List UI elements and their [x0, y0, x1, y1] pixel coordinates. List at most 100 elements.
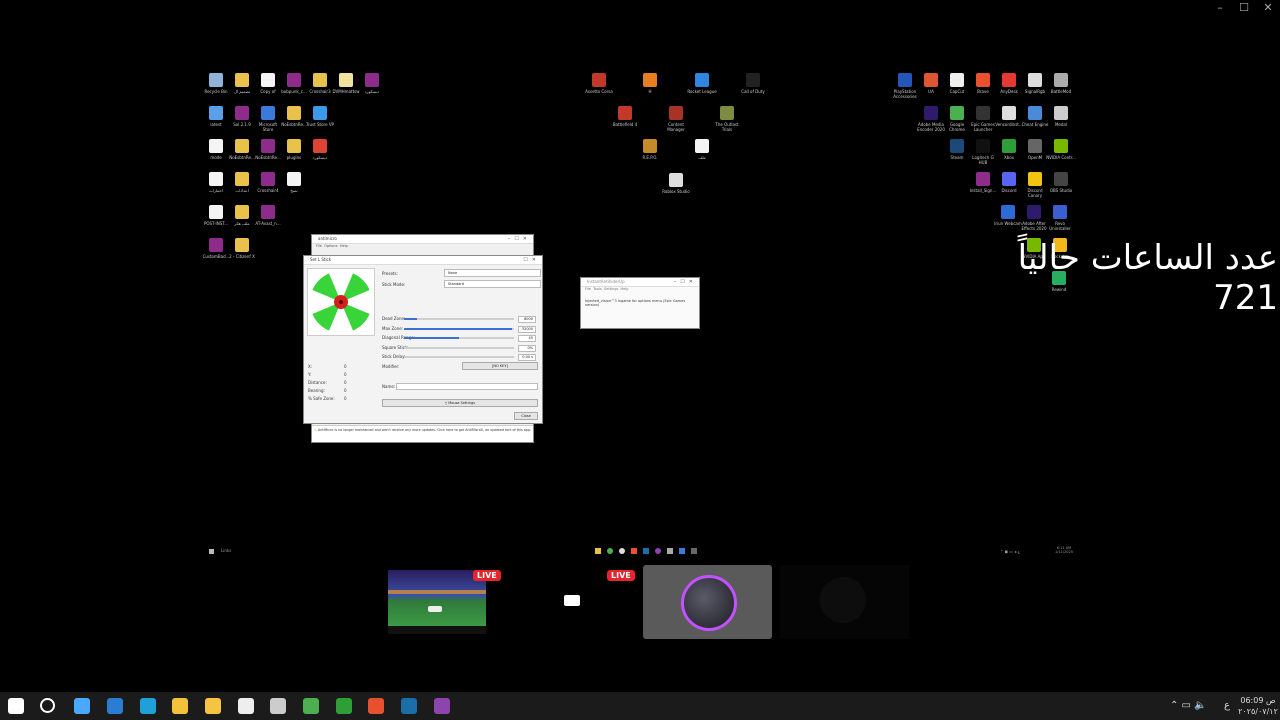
edge-icon[interactable]: [140, 698, 156, 714]
setting-slider[interactable]: [404, 346, 514, 349]
desktop-icon[interactable]: Trust Store VP: [305, 106, 335, 127]
desktop-icon[interactable]: AT-Avast_n...: [253, 205, 283, 226]
stick-dialog-controls[interactable]: ☐✕: [523, 256, 540, 264]
desktop-icon[interactable]: The Outlast Trials: [712, 106, 742, 132]
desktop-icon-label: H: [648, 89, 652, 94]
app-icon: [261, 172, 275, 186]
desktop-icon[interactable]: Roblox Studio: [661, 173, 691, 194]
taskbar-date: ٢٠٢٥/٠٧/١٢: [1238, 707, 1278, 716]
inner-start-icon[interactable]: [209, 549, 214, 554]
stick-mode-select[interactable]: Standard: [444, 280, 541, 288]
small-menu-tools[interactable]: Tools: [593, 287, 602, 291]
input-language[interactable]: ع: [1224, 700, 1230, 711]
setting-spinbox[interactable]: 8000: [518, 316, 536, 323]
minimize-button[interactable]: –: [1208, 0, 1232, 16]
desktop-icon-label: Call of Duty: [741, 89, 765, 94]
outlook-icon[interactable]: [107, 698, 123, 714]
mouse-settings-button[interactable]: 🖱 Mouse Settings: [382, 399, 538, 407]
maximize-button[interactable]: ☐: [1232, 0, 1256, 16]
inner-app-icon[interactable]: [655, 548, 661, 554]
clock-icon[interactable]: [270, 698, 286, 714]
inner-app-icon[interactable]: [607, 548, 613, 554]
stick-dialog[interactable]: Set L Stick ☐✕ Presets: None Stick Mode:…: [303, 255, 543, 424]
stat-label: % Safe Zone:: [308, 396, 335, 401]
small-app-titlebar[interactable]: InstantAntihiderUp –☐✕: [581, 278, 699, 287]
small-app-window[interactable]: InstantAntihiderUp –☐✕ File Tools Settin…: [580, 277, 700, 329]
desktop-icon[interactable]: BattleMod: [1046, 73, 1076, 94]
desktop-icon[interactable]: 2 - Citizenf X: [227, 238, 257, 259]
inner-app-icon[interactable]: [619, 548, 625, 554]
close-dialog-button[interactable]: Close: [514, 412, 538, 420]
windows-start-icon[interactable]: [8, 698, 24, 714]
desktop-icon[interactable]: Content Manager: [661, 106, 691, 132]
desktop-icon[interactable]: ملف: [687, 139, 717, 160]
inner-app-icon[interactable]: [679, 548, 685, 554]
desktop-icon-label: BattleMod: [1050, 89, 1072, 94]
copilot-icon[interactable]: [74, 698, 90, 714]
desktop-icon[interactable]: ديسكورد: [357, 73, 387, 94]
panel-game-feed[interactable]: LIVE: [388, 565, 501, 640]
desktop-icon[interactable]: Revo Uninstaller: [1045, 205, 1075, 231]
setting-slider[interactable]: [404, 337, 514, 339]
setting-spinbox[interactable]: 0.00 s: [518, 354, 536, 361]
steam-icon[interactable]: [401, 698, 417, 714]
setting-spinbox[interactable]: 0%: [518, 344, 536, 352]
xbox-bar-icon[interactable]: [336, 698, 352, 714]
discord-icon[interactable]: [434, 698, 450, 714]
menu-file[interactable]: File: [316, 244, 322, 248]
setting-slider[interactable]: [404, 356, 514, 358]
close-button[interactable]: ✕: [1256, 0, 1280, 16]
inner-app-icon[interactable]: [667, 548, 673, 554]
inner-app-icon[interactable]: [643, 548, 649, 554]
small-menu-file[interactable]: File: [585, 287, 591, 291]
antimicro-footer[interactable]: ⚠ AntiMicro is no longer maintained and …: [312, 425, 533, 442]
menu-options[interactable]: Options: [324, 244, 338, 248]
app-icon: [261, 205, 275, 219]
inner-app-icon[interactable]: [691, 548, 697, 554]
desktop-icon[interactable]: ديسكورد: [305, 139, 335, 160]
brave-icon[interactable]: [368, 698, 384, 714]
chrome-icon[interactable]: [303, 698, 319, 714]
app-icon: [235, 106, 249, 120]
desktop-icon[interactable]: Rocket League: [687, 73, 717, 94]
desktop-icon[interactable]: Call of Duty: [738, 73, 768, 94]
slider-fill: [404, 327, 512, 330]
desktop-icon[interactable]: NVIDIA Contr...: [1046, 139, 1076, 160]
small-menu-help[interactable]: Help: [621, 287, 629, 291]
small-menu-settings[interactable]: Settings: [604, 287, 618, 291]
desktop-icon[interactable]: OBS Studio: [1046, 172, 1076, 193]
taskbar-clock[interactable]: 06:09 ص ٢٠٢٥/٠٧/١٢: [1238, 695, 1278, 717]
menu-help[interactable]: Help: [340, 244, 348, 248]
inner-app-icon[interactable]: [631, 548, 637, 554]
setting-spinbox[interactable]: 45: [518, 335, 536, 342]
small-app-controls[interactable]: –☐✕: [674, 278, 697, 286]
desktop-icon[interactable]: Battlefield 4: [610, 106, 640, 127]
desktop-icon-label: Roblox Studio: [662, 189, 690, 194]
store-icon[interactable]: [172, 698, 188, 714]
desktop-icon[interactable]: H: [635, 73, 665, 94]
name-input[interactable]: [396, 383, 538, 390]
app-icon: [976, 106, 990, 120]
presets-select[interactable]: None: [444, 269, 541, 277]
desktop-icon[interactable]: Assetto Corsa: [584, 73, 614, 94]
modifier-button[interactable]: [NO KEY]: [462, 362, 538, 370]
setting-spinbox[interactable]: 32000: [518, 325, 536, 333]
antimicro-titlebar[interactable]: antimicro –☐✕: [312, 235, 533, 244]
explorer-icon[interactable]: [205, 698, 221, 714]
panel-avatar[interactable]: [643, 565, 772, 639]
app-icon: [924, 106, 938, 120]
desktop-icon[interactable]: R.E.P.O.: [635, 139, 665, 160]
desktop-icon[interactable]: نسخ: [279, 172, 309, 193]
stick-dialog-titlebar[interactable]: Set L Stick ☐✕: [304, 256, 542, 265]
panel-screen-share[interactable]: LIVE: [513, 565, 635, 640]
setting-slider[interactable]: [404, 318, 514, 320]
panel-empty[interactable]: [780, 565, 909, 639]
setting-slider[interactable]: [404, 327, 514, 330]
antimicro-window-controls[interactable]: –☐✕: [508, 235, 531, 243]
inner-app-icon[interactable]: [595, 548, 601, 554]
app-icon: [1054, 172, 1068, 186]
app-icon: [313, 106, 327, 120]
search-icon[interactable]: [40, 698, 55, 713]
capture-icon[interactable]: [238, 698, 254, 714]
desktop-icon[interactable]: Medal: [1046, 106, 1076, 127]
